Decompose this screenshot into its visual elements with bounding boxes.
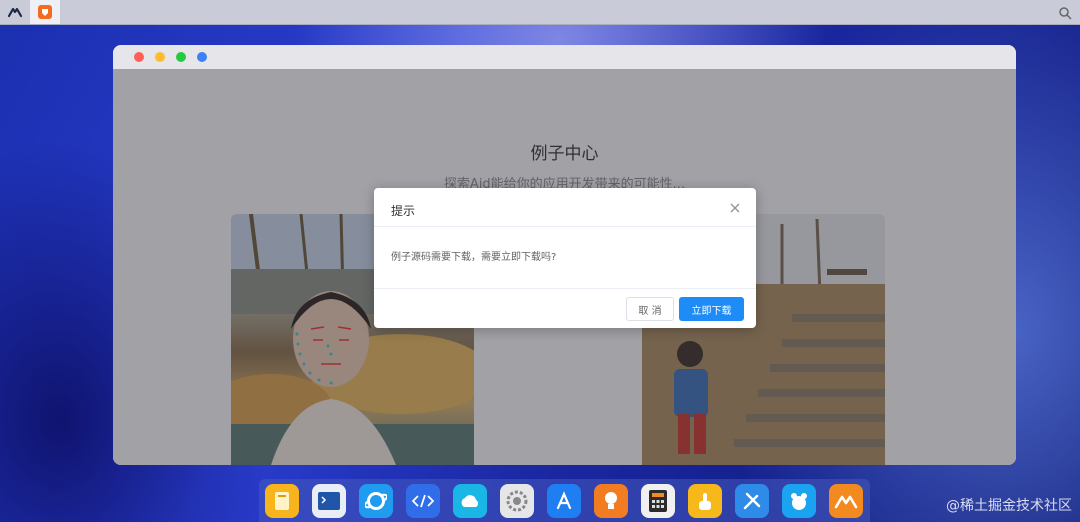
bulb-icon[interactable] — [594, 484, 628, 518]
dialog-footer-divider — [374, 288, 756, 289]
calculator-icon[interactable] — [641, 484, 675, 518]
dialog-message: 例子源码需要下载，需要立即下载吗? — [391, 252, 557, 263]
running-app-icon[interactable] — [30, 0, 60, 24]
top-bar — [0, 0, 1080, 25]
watermark-text: @稀土掘金技术社区 — [946, 498, 1072, 514]
aidlux-icon[interactable] — [829, 484, 863, 518]
dock — [259, 479, 870, 522]
download-now-button[interactable]: 立即下载 — [679, 297, 744, 321]
terminal-icon[interactable] — [312, 484, 346, 518]
cancel-button[interactable]: 取 消 — [626, 297, 674, 321]
close-window-button[interactable] — [134, 52, 144, 62]
search-icon[interactable] — [1058, 5, 1072, 20]
download-prompt-dialog: 提示 例子源码需要下载，需要立即下载吗? 取 消 立即下载 — [374, 188, 756, 328]
tools-icon[interactable] — [735, 484, 769, 518]
dialog-divider — [374, 226, 756, 227]
browser-icon[interactable] — [359, 484, 393, 518]
aidlux-launcher-icon[interactable] — [0, 0, 30, 24]
window-titlebar — [113, 45, 1016, 69]
cloud-icon[interactable] — [453, 484, 487, 518]
extra-window-button[interactable] — [197, 52, 207, 62]
app-store-icon[interactable] — [547, 484, 581, 518]
maximize-window-button[interactable] — [176, 52, 186, 62]
minimize-window-button[interactable] — [155, 52, 165, 62]
close-icon[interactable] — [728, 200, 742, 214]
touch-icon[interactable] — [688, 484, 722, 518]
settings-icon[interactable] — [500, 484, 534, 518]
dialog-title: 提示 — [391, 204, 416, 218]
bear-icon[interactable] — [782, 484, 816, 518]
code-editor-icon[interactable] — [406, 484, 440, 518]
files-icon[interactable] — [265, 484, 299, 518]
